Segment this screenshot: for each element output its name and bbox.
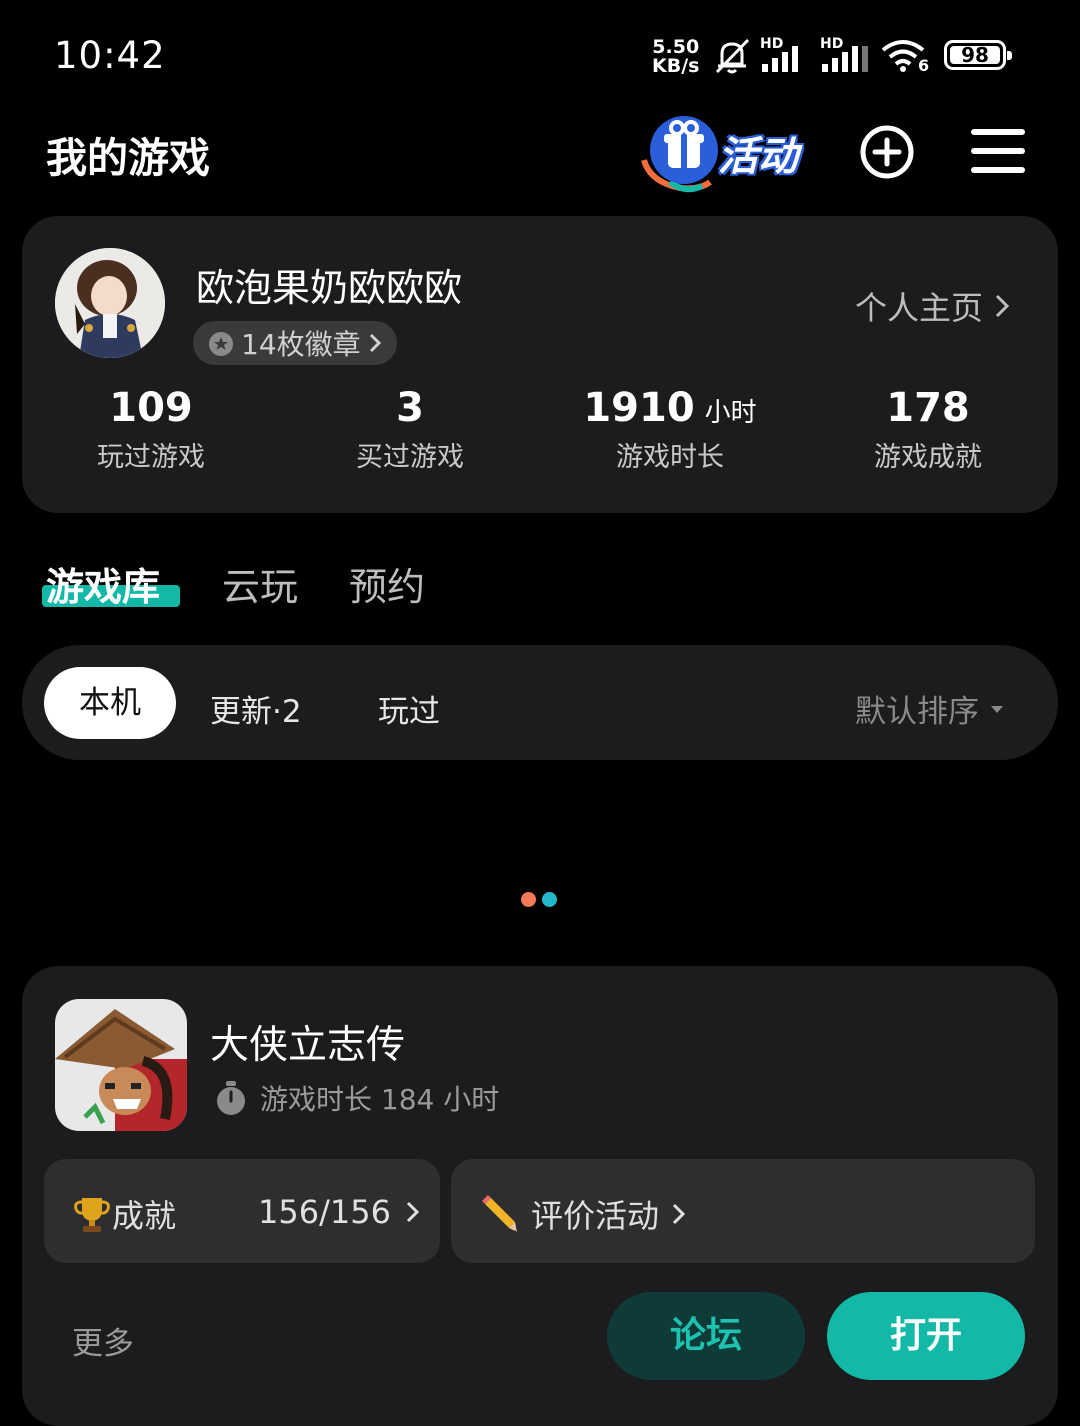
chevron-right-icon: [995, 294, 1010, 318]
tab-cloud-play[interactable]: 云玩: [222, 556, 298, 611]
game-playtime: 游戏时长 184 小时: [214, 1078, 499, 1118]
profile-homepage-label: 个人主页: [855, 289, 984, 327]
stat-label: 游戏成就: [874, 442, 982, 473]
game-playtime-text: 游戏时长 184 小时: [260, 1083, 500, 1116]
achievements-button[interactable]: 成就 156/156: [44, 1159, 440, 1263]
avatar[interactable]: [55, 248, 165, 358]
stopwatch-icon: [217, 1081, 245, 1115]
stat-played-games[interactable]: 109 玩过游戏: [31, 385, 271, 474]
game-name: 大侠立志传: [210, 1023, 406, 1068]
chevron-right-icon: [672, 1203, 686, 1225]
stat-value: 178: [886, 385, 970, 431]
signal2-icon: [822, 46, 868, 72]
page-title: 我的游戏: [46, 134, 210, 182]
chevron-right-icon: [369, 333, 381, 353]
caret-down-icon: [991, 705, 1003, 713]
net-speed: 5.50 KB/s: [652, 38, 699, 76]
carousel-dot: [521, 892, 536, 907]
stat-play-time[interactable]: 1910 小时 游戏时长: [550, 385, 790, 474]
username: 欧泡果奶欧欧欧: [196, 266, 463, 310]
stat-label: 游戏时长: [616, 442, 724, 473]
stat-label: 玩过游戏: [97, 442, 205, 473]
sort-label: 默认排序: [855, 694, 979, 730]
trophy-icon: [74, 1198, 110, 1232]
status-time: 10:42: [54, 34, 166, 77]
stat-value: 1910: [583, 385, 695, 431]
profile-homepage-link[interactable]: 个人主页: [855, 283, 1011, 329]
filter-chip-local[interactable]: 本机: [44, 667, 176, 739]
wifi-label: 6: [918, 56, 930, 75]
sort-dropdown[interactable]: 默认排序: [855, 686, 1005, 731]
filter-chip-updates[interactable]: 更新·2: [210, 686, 302, 731]
stat-achievements[interactable]: 178 游戏成就: [808, 385, 1048, 474]
gift-icon: [641, 116, 718, 193]
more-button[interactable]: 更多: [72, 1318, 134, 1363]
battery-icon: 98: [944, 40, 1012, 70]
open-button[interactable]: 打开: [827, 1292, 1025, 1380]
bell-off-icon: [715, 38, 750, 74]
filter-chip-played[interactable]: 玩过: [378, 686, 440, 731]
stat-bought-games[interactable]: 3 买过游戏: [290, 385, 530, 474]
activity-label: 活动: [718, 134, 798, 180]
stat-value: 109: [109, 385, 193, 431]
carousel-indicator: [521, 892, 557, 907]
medal-icon: [209, 332, 233, 356]
tab-reservations[interactable]: 预约: [349, 556, 425, 611]
pencil-icon: [482, 1195, 517, 1232]
tab-game-library[interactable]: 游戏库: [46, 556, 160, 611]
achievements-value: 156/156: [258, 1193, 391, 1231]
game-icon[interactable]: [55, 999, 187, 1131]
carousel-dot: [542, 892, 557, 907]
review-activity-button[interactable]: 评价活动: [451, 1159, 1035, 1263]
hamburger-menu-icon[interactable]: [968, 122, 1028, 182]
battery-level: 98: [950, 45, 1000, 65]
plus-circle-icon[interactable]: [857, 122, 917, 182]
net-speed-unit: KB/s: [652, 55, 700, 77]
forum-button[interactable]: 论坛: [607, 1292, 805, 1380]
stat-value: 3: [396, 385, 424, 431]
stat-unit: 小时: [704, 398, 757, 428]
signal1-icon: [762, 46, 798, 72]
badges-count: 14枚徽章: [241, 328, 361, 361]
chevron-right-icon: [406, 1201, 420, 1223]
stat-label: 买过游戏: [356, 442, 464, 473]
achievements-label: 成就: [112, 1197, 177, 1235]
badges-pill[interactable]: 14枚徽章: [193, 321, 397, 365]
review-activity-label: 评价活动: [531, 1197, 660, 1235]
